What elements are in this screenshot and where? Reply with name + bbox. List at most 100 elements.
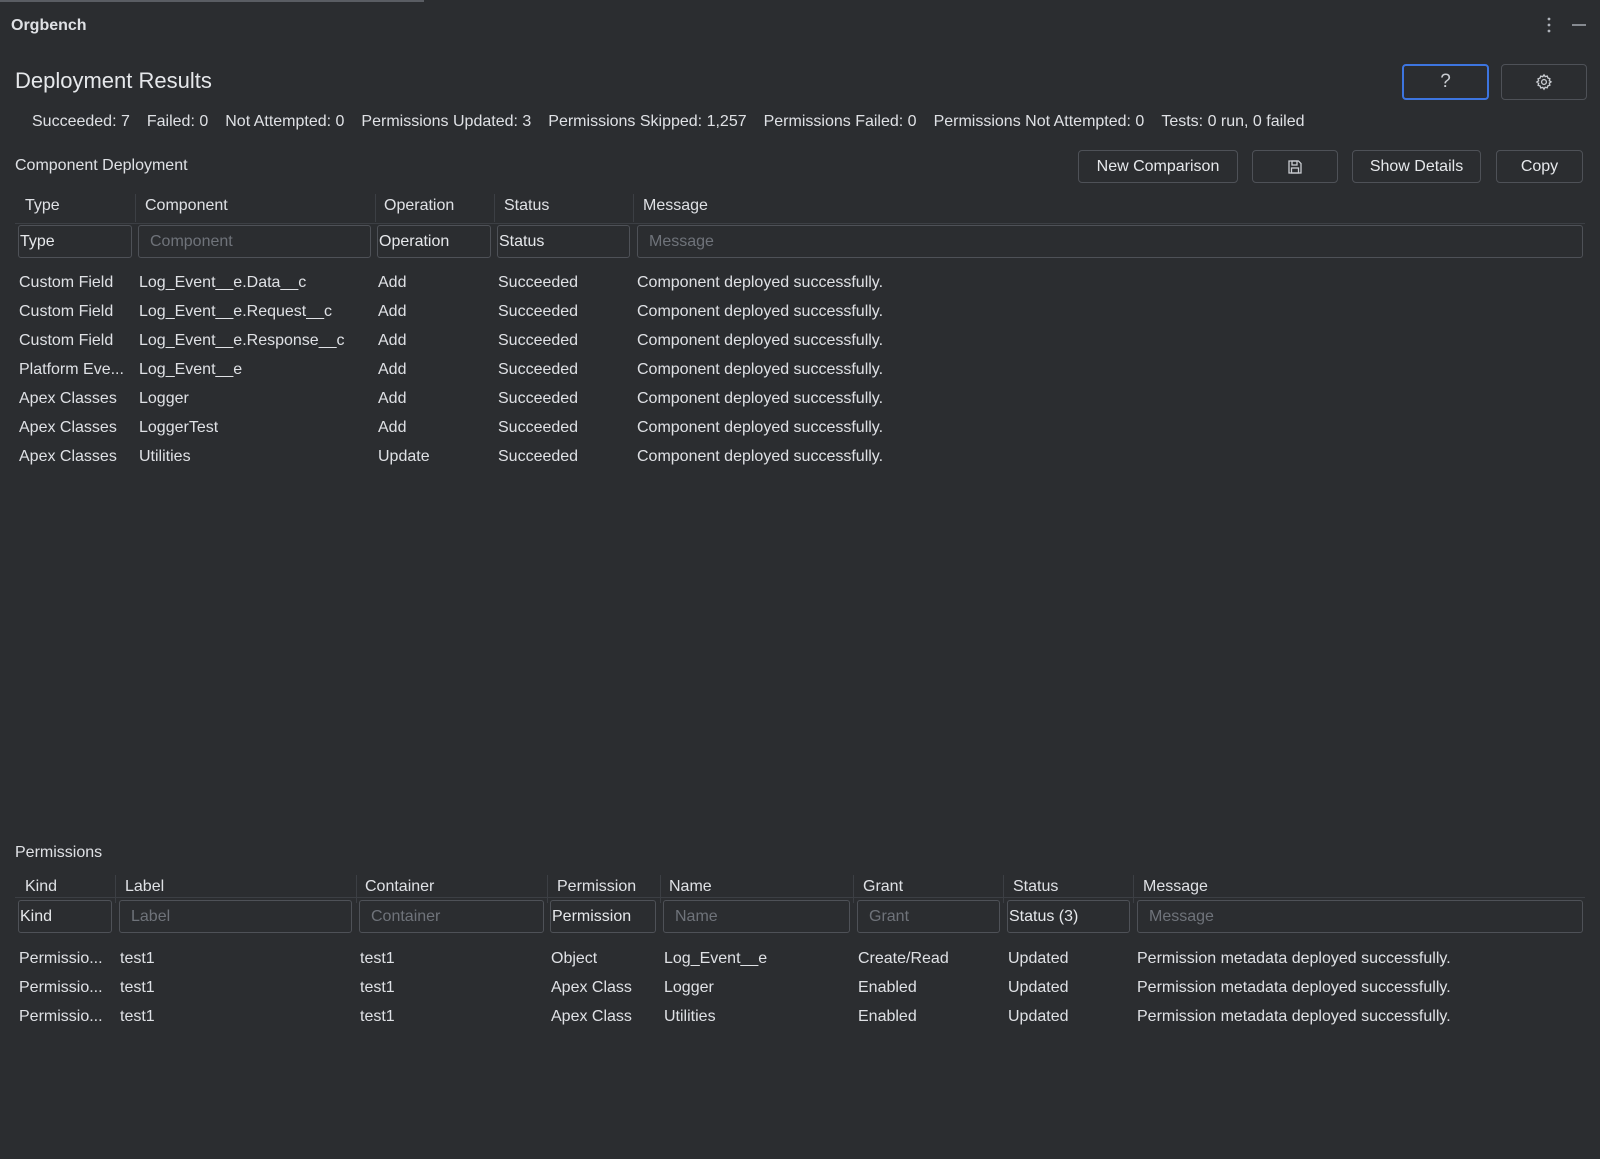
- kind-filter-input[interactable]: [18, 900, 112, 933]
- more-vertical-icon[interactable]: [1539, 14, 1559, 36]
- column-header-kind[interactable]: Kind: [25, 878, 57, 896]
- permission-filter-input[interactable]: [550, 900, 656, 933]
- cell-type: Apex Classes: [19, 390, 117, 407]
- gear-icon: [1535, 73, 1553, 91]
- cell-component: Log_Event__e.Data__c: [139, 274, 307, 291]
- column-header-operation[interactable]: Operation: [384, 197, 454, 215]
- cell-grant: Enabled: [858, 979, 917, 996]
- column-divider[interactable]: [660, 875, 661, 903]
- save-button[interactable]: [1252, 150, 1338, 183]
- summary-permissions-skipped: Permissions Skipped: 1,257: [548, 113, 747, 130]
- cell-grant: Create/Read: [858, 950, 949, 967]
- cell-message: Permission metadata deployed successfull…: [1137, 979, 1451, 996]
- cell-message: Component deployed successfully.: [637, 332, 884, 349]
- summary-not-attempted: Not Attempted: 0: [225, 113, 345, 130]
- cell-message: Component deployed successfully.: [637, 361, 884, 378]
- message-filter-input[interactable]: [637, 225, 1583, 258]
- table-row[interactable]: Apex Classes LoggerTest Add Succeeded Compon…: [0, 415, 1600, 443]
- grant-filter-input[interactable]: [857, 900, 1000, 933]
- cell-type: Apex Classes: [19, 419, 117, 436]
- name-filter-input[interactable]: [663, 900, 850, 933]
- table-row[interactable]: Permissio... test1 test1 Apex Class Utilitie…: [0, 1004, 1600, 1032]
- show-details-button[interactable]: Show Details: [1352, 150, 1481, 183]
- cell-component: Utilities: [139, 448, 191, 465]
- cell-status: Succeeded: [498, 274, 579, 291]
- cell-message: Component deployed successfully.: [637, 390, 884, 407]
- column-header-component[interactable]: Component: [145, 197, 228, 215]
- component-filter-input[interactable]: [138, 225, 371, 258]
- help-button[interactable]: ?: [1402, 64, 1489, 100]
- header-underline: [15, 897, 1585, 898]
- copy-button[interactable]: Copy: [1496, 150, 1583, 183]
- new-comparison-button[interactable]: New Comparison: [1078, 150, 1238, 183]
- cell-name: Log_Event__e: [664, 950, 768, 967]
- column-divider[interactable]: [356, 875, 357, 903]
- column-divider[interactable]: [375, 194, 376, 222]
- table-row[interactable]: Custom Field Log_Event__e.Data__c Add Succe…: [0, 270, 1600, 298]
- cell-message: Component deployed successfully.: [637, 274, 884, 291]
- settings-button[interactable]: [1501, 64, 1587, 100]
- cell-permission: Object: [551, 950, 598, 967]
- cell-type: Apex Classes: [19, 448, 117, 465]
- type-filter-input[interactable]: [18, 225, 132, 258]
- column-header-permission[interactable]: Permission: [557, 878, 636, 896]
- cell-label: test1: [120, 950, 155, 967]
- column-divider[interactable]: [853, 875, 854, 903]
- column-divider[interactable]: [1133, 875, 1134, 903]
- column-divider[interactable]: [135, 194, 136, 222]
- deployment-summary: Succeeded: 7 Failed: 0 Not Attempted: 0 …: [32, 113, 1322, 131]
- cell-container: test1: [360, 950, 395, 967]
- table-row[interactable]: Permissio... test1 test1 Apex Class Logger En…: [0, 975, 1600, 1003]
- cell-operation: Update: [378, 448, 430, 465]
- cell-status: Updated: [1008, 950, 1069, 967]
- minimize-icon[interactable]: [1569, 14, 1589, 36]
- column-divider[interactable]: [1003, 875, 1004, 903]
- container-filter-input[interactable]: [359, 900, 544, 933]
- label-filter-input[interactable]: [119, 900, 352, 933]
- cell-name: Logger: [664, 979, 714, 996]
- cell-operation: Add: [378, 274, 407, 291]
- summary-permissions-updated: Permissions Updated: 3: [361, 113, 532, 130]
- column-header-grant[interactable]: Grant: [863, 878, 903, 896]
- status-filter-input[interactable]: [1007, 900, 1130, 933]
- cell-name: Utilities: [664, 1008, 716, 1025]
- column-header-label[interactable]: Label: [125, 878, 164, 896]
- save-icon: [1288, 159, 1302, 174]
- cell-grant: Enabled: [858, 1008, 917, 1025]
- cell-type: Platform Eve...: [19, 361, 124, 378]
- status-filter-input[interactable]: [497, 225, 630, 258]
- column-header-status[interactable]: Status: [1013, 878, 1058, 896]
- cell-component: Log_Event__e.Request__c: [139, 303, 333, 320]
- app-title: Orgbench: [11, 17, 87, 34]
- operation-filter-input[interactable]: [377, 225, 491, 258]
- table-row[interactable]: Apex Classes Logger Add Succeeded Component …: [0, 386, 1600, 414]
- table-row[interactable]: Custom Field Log_Event__e.Request__c Add Su…: [0, 299, 1600, 327]
- summary-permissions-not-attempted: Permissions Not Attempted: 0: [933, 113, 1145, 130]
- cell-status: Updated: [1008, 1008, 1069, 1025]
- table-row[interactable]: Custom Field Log_Event__e.Response__c Add S…: [0, 328, 1600, 356]
- cell-operation: Add: [378, 332, 407, 349]
- table-row[interactable]: Apex Classes Utilities Update Succeeded Comp…: [0, 444, 1600, 472]
- column-divider[interactable]: [633, 194, 634, 222]
- column-divider[interactable]: [494, 194, 495, 222]
- cell-kind: Permissio...: [19, 979, 103, 996]
- column-header-container[interactable]: Container: [365, 878, 434, 896]
- cell-container: test1: [360, 979, 395, 996]
- cell-message: Permission metadata deployed successfull…: [1137, 950, 1451, 967]
- cell-component: LoggerTest: [139, 419, 219, 436]
- table-row[interactable]: Platform Eve... Log_Event__e Add Succeeded C…: [0, 357, 1600, 385]
- column-divider[interactable]: [547, 875, 548, 903]
- cell-message: Permission metadata deployed successfull…: [1137, 1008, 1451, 1025]
- cell-component: Logger: [139, 390, 189, 407]
- cell-status: Succeeded: [498, 419, 579, 436]
- cell-label: test1: [120, 979, 155, 996]
- column-header-type[interactable]: Type: [25, 197, 60, 215]
- column-header-message[interactable]: Message: [1143, 878, 1208, 896]
- column-header-status[interactable]: Status: [504, 197, 549, 215]
- column-header-name[interactable]: Name: [669, 878, 712, 896]
- column-divider[interactable]: [115, 875, 116, 903]
- message-filter-input[interactable]: [1137, 900, 1583, 933]
- table-row[interactable]: Permissio... test1 test1 Object Log_Event__e…: [0, 946, 1600, 974]
- summary-tests: Tests: 0 run, 0 failed: [1161, 113, 1305, 130]
- column-header-message[interactable]: Message: [643, 197, 708, 215]
